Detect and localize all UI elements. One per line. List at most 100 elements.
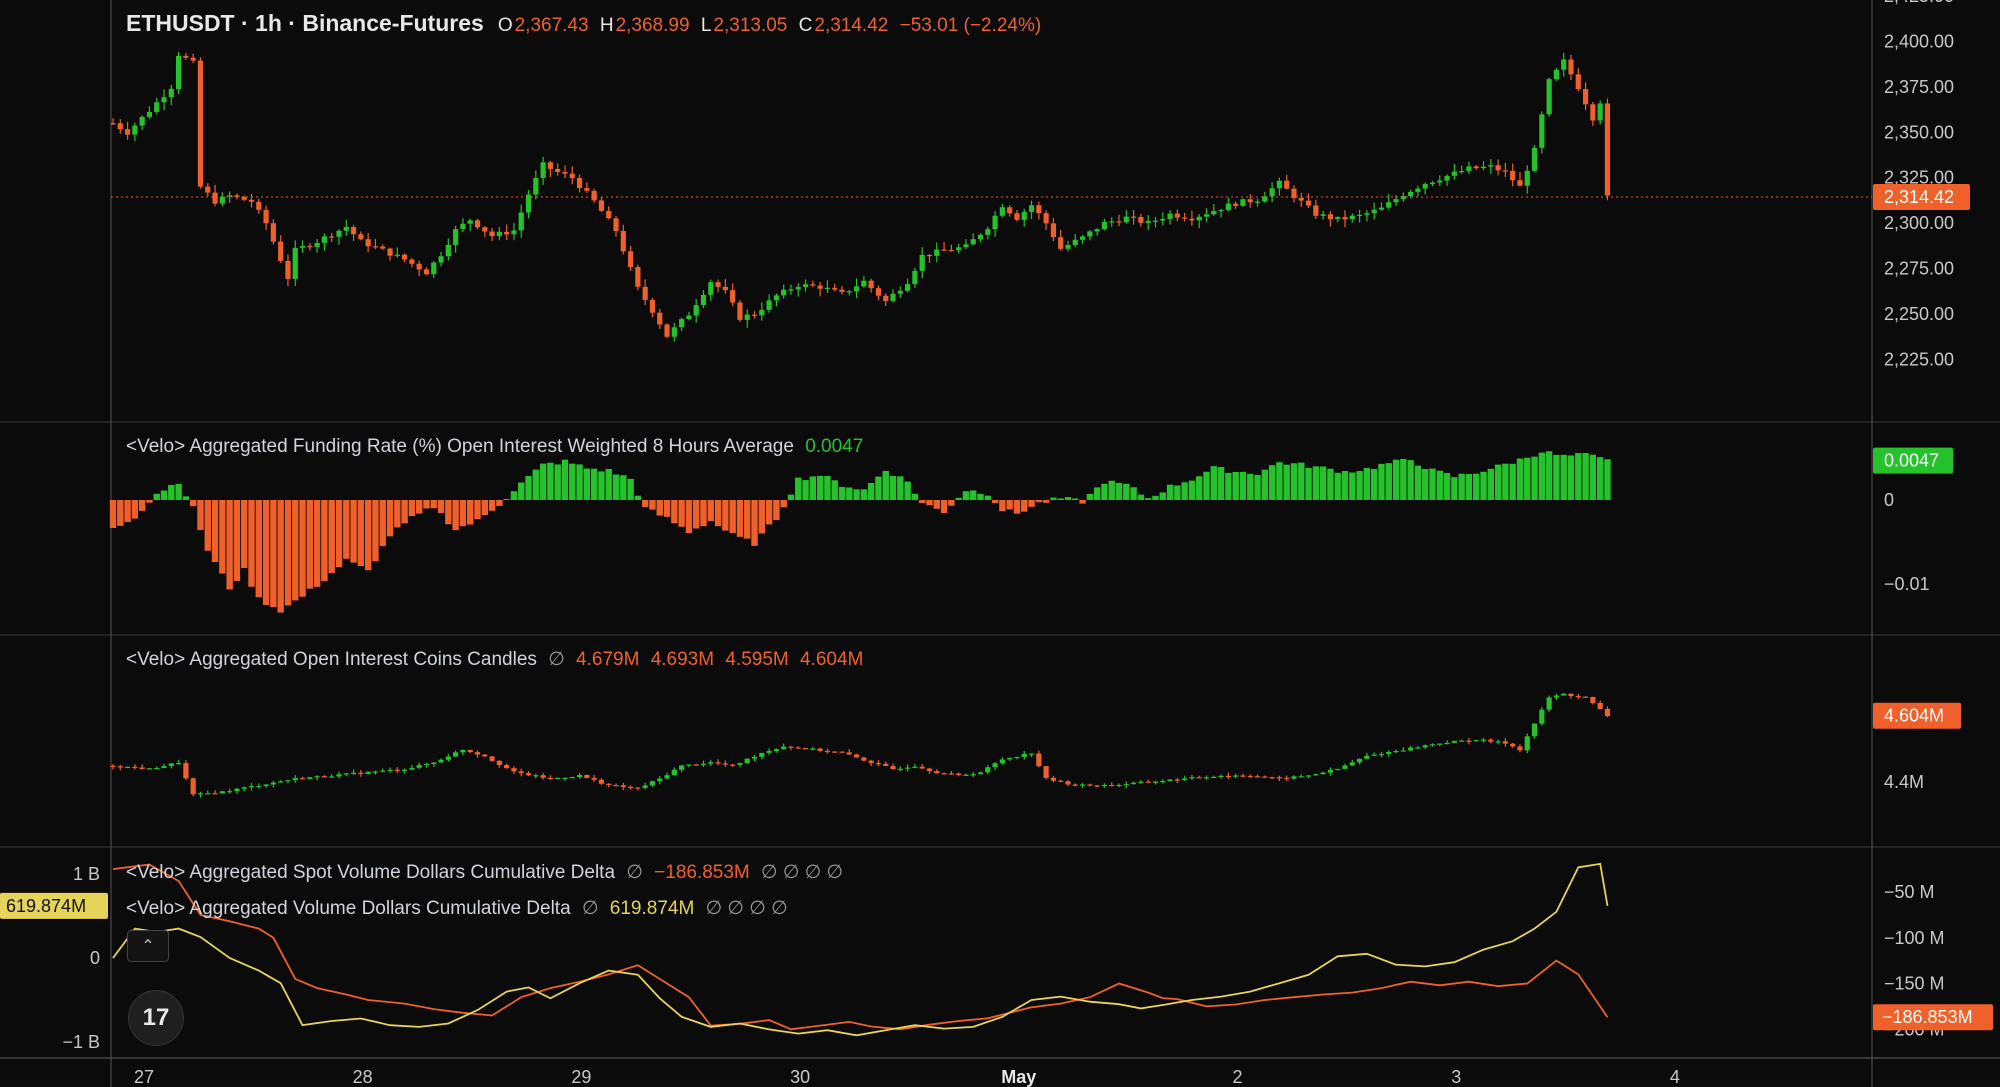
price-candle [1582, 89, 1589, 105]
price-candle [1152, 220, 1159, 222]
oi-candle [999, 759, 1005, 764]
funding-bar [488, 500, 496, 511]
funding-bar [758, 500, 766, 534]
price-candle [299, 246, 306, 248]
price-candle [751, 314, 758, 316]
cvd-legend[interactable]: <Velo> Aggregated Volume Dollars Cumulat… [126, 897, 794, 920]
oi-candle [985, 767, 991, 773]
funding-bar [940, 500, 948, 514]
funding-bar [1225, 472, 1232, 500]
funding-bar [1341, 470, 1349, 500]
price-candle [482, 227, 488, 232]
oi-candle [897, 768, 903, 770]
oi-candle [183, 763, 189, 779]
funding-bar [1261, 469, 1269, 500]
cvd-right-tick: −50 M [1884, 882, 1935, 902]
close-value: 2,314.42 [814, 15, 889, 36]
oi-candle [861, 757, 867, 761]
price-candle [919, 254, 925, 271]
funding-bar [226, 500, 233, 590]
price-candle [1123, 216, 1129, 223]
oi-candle [1371, 754, 1377, 756]
oi-candle [948, 773, 954, 775]
price-candle [635, 266, 641, 287]
funding-bar [503, 499, 510, 501]
oi-candle [868, 760, 874, 764]
price-candle [1364, 213, 1370, 215]
tradingview-logo-icon[interactable]: 17 [128, 990, 184, 1046]
oi-candle [686, 764, 692, 766]
funding-bar [1487, 468, 1495, 500]
cvd-title: <Velo> Aggregated Volume Dollars Cumulat… [126, 898, 571, 919]
funding-bar [189, 500, 197, 507]
oi-candle [219, 791, 225, 794]
price-candle [1203, 214, 1210, 217]
open-label: O [497, 15, 513, 36]
funding-bar [605, 468, 612, 500]
oi-candle [1101, 784, 1108, 787]
price-axis-tick: 2,300.00 [1884, 213, 1954, 233]
spot-cvd-legend[interactable]: <Velo> Aggregated Spot Volume Dollars Cu… [126, 861, 849, 884]
oi-candle [176, 763, 182, 765]
funding-legend[interactable]: <Velo> Aggregated Funding Rate (%) Open … [126, 436, 869, 458]
oi-candle [445, 756, 451, 760]
funding-bar [284, 500, 292, 606]
funding-bar [948, 500, 955, 506]
oi-candle [1050, 777, 1057, 781]
price-candle [999, 207, 1005, 216]
price-candle [1349, 215, 1355, 220]
price-candle [649, 299, 656, 313]
oi-low: 4.595M [725, 649, 789, 670]
oi-candle [1196, 777, 1202, 779]
oi-candle [591, 777, 597, 780]
oi-candle [336, 774, 342, 777]
trading-chart[interactable]: 2,425.002,400.002,375.002,350.002,325.00… [0, 0, 2000, 1087]
oi-title: <Velo> Aggregated Open Interest Coins Ca… [126, 649, 537, 670]
oi-candle [533, 775, 539, 777]
price-candle [1553, 69, 1560, 80]
oi-candle [372, 771, 379, 773]
price-candle [846, 291, 852, 293]
funding-bar [306, 500, 314, 589]
funding-bar [1385, 463, 1392, 500]
oi-candle [1233, 775, 1239, 777]
symbol-title[interactable]: ETHUSDT · 1h · Binance-Futures [126, 10, 484, 36]
oi-candle [132, 766, 138, 768]
funding-bar [1188, 480, 1196, 500]
funding-bar [904, 481, 911, 500]
oi-candle [693, 764, 699, 766]
oi-candle [343, 773, 349, 775]
price-candle [372, 246, 379, 248]
funding-bar [1174, 485, 1181, 500]
price-candle [1211, 211, 1217, 215]
funding-bar [875, 476, 882, 500]
funding-bar [569, 463, 576, 500]
oi-candle [1539, 709, 1545, 724]
price-candle [1604, 103, 1611, 196]
price-candle [737, 302, 743, 320]
oi-high: 4.693M [650, 649, 715, 670]
oi-candle [1189, 777, 1195, 779]
oi-candle [248, 786, 255, 788]
funding-bar [1152, 495, 1159, 500]
oi-candle [1131, 782, 1137, 785]
funding-bar [117, 500, 124, 526]
oi-candle [1021, 753, 1027, 757]
price-candle [307, 246, 313, 248]
price-candle [1480, 166, 1487, 169]
cvd-line [112, 862, 1609, 1037]
funding-bar [722, 500, 729, 531]
oi-candle [285, 780, 291, 782]
price-candle [1028, 205, 1035, 212]
funding-bar [867, 483, 875, 500]
oi-legend[interactable]: <Velo> Aggregated Open Interest Coins Ca… [126, 648, 869, 671]
close-label: C [798, 15, 813, 36]
oi-candle [1094, 785, 1100, 787]
funding-bar [780, 500, 787, 508]
oi-candle [883, 763, 889, 767]
funding-bar [510, 491, 518, 500]
oi-candle [1495, 741, 1501, 743]
funding-bar [590, 468, 598, 500]
price-candle [824, 287, 831, 290]
chevron-up-icon[interactable]: ⌃ [127, 930, 169, 962]
